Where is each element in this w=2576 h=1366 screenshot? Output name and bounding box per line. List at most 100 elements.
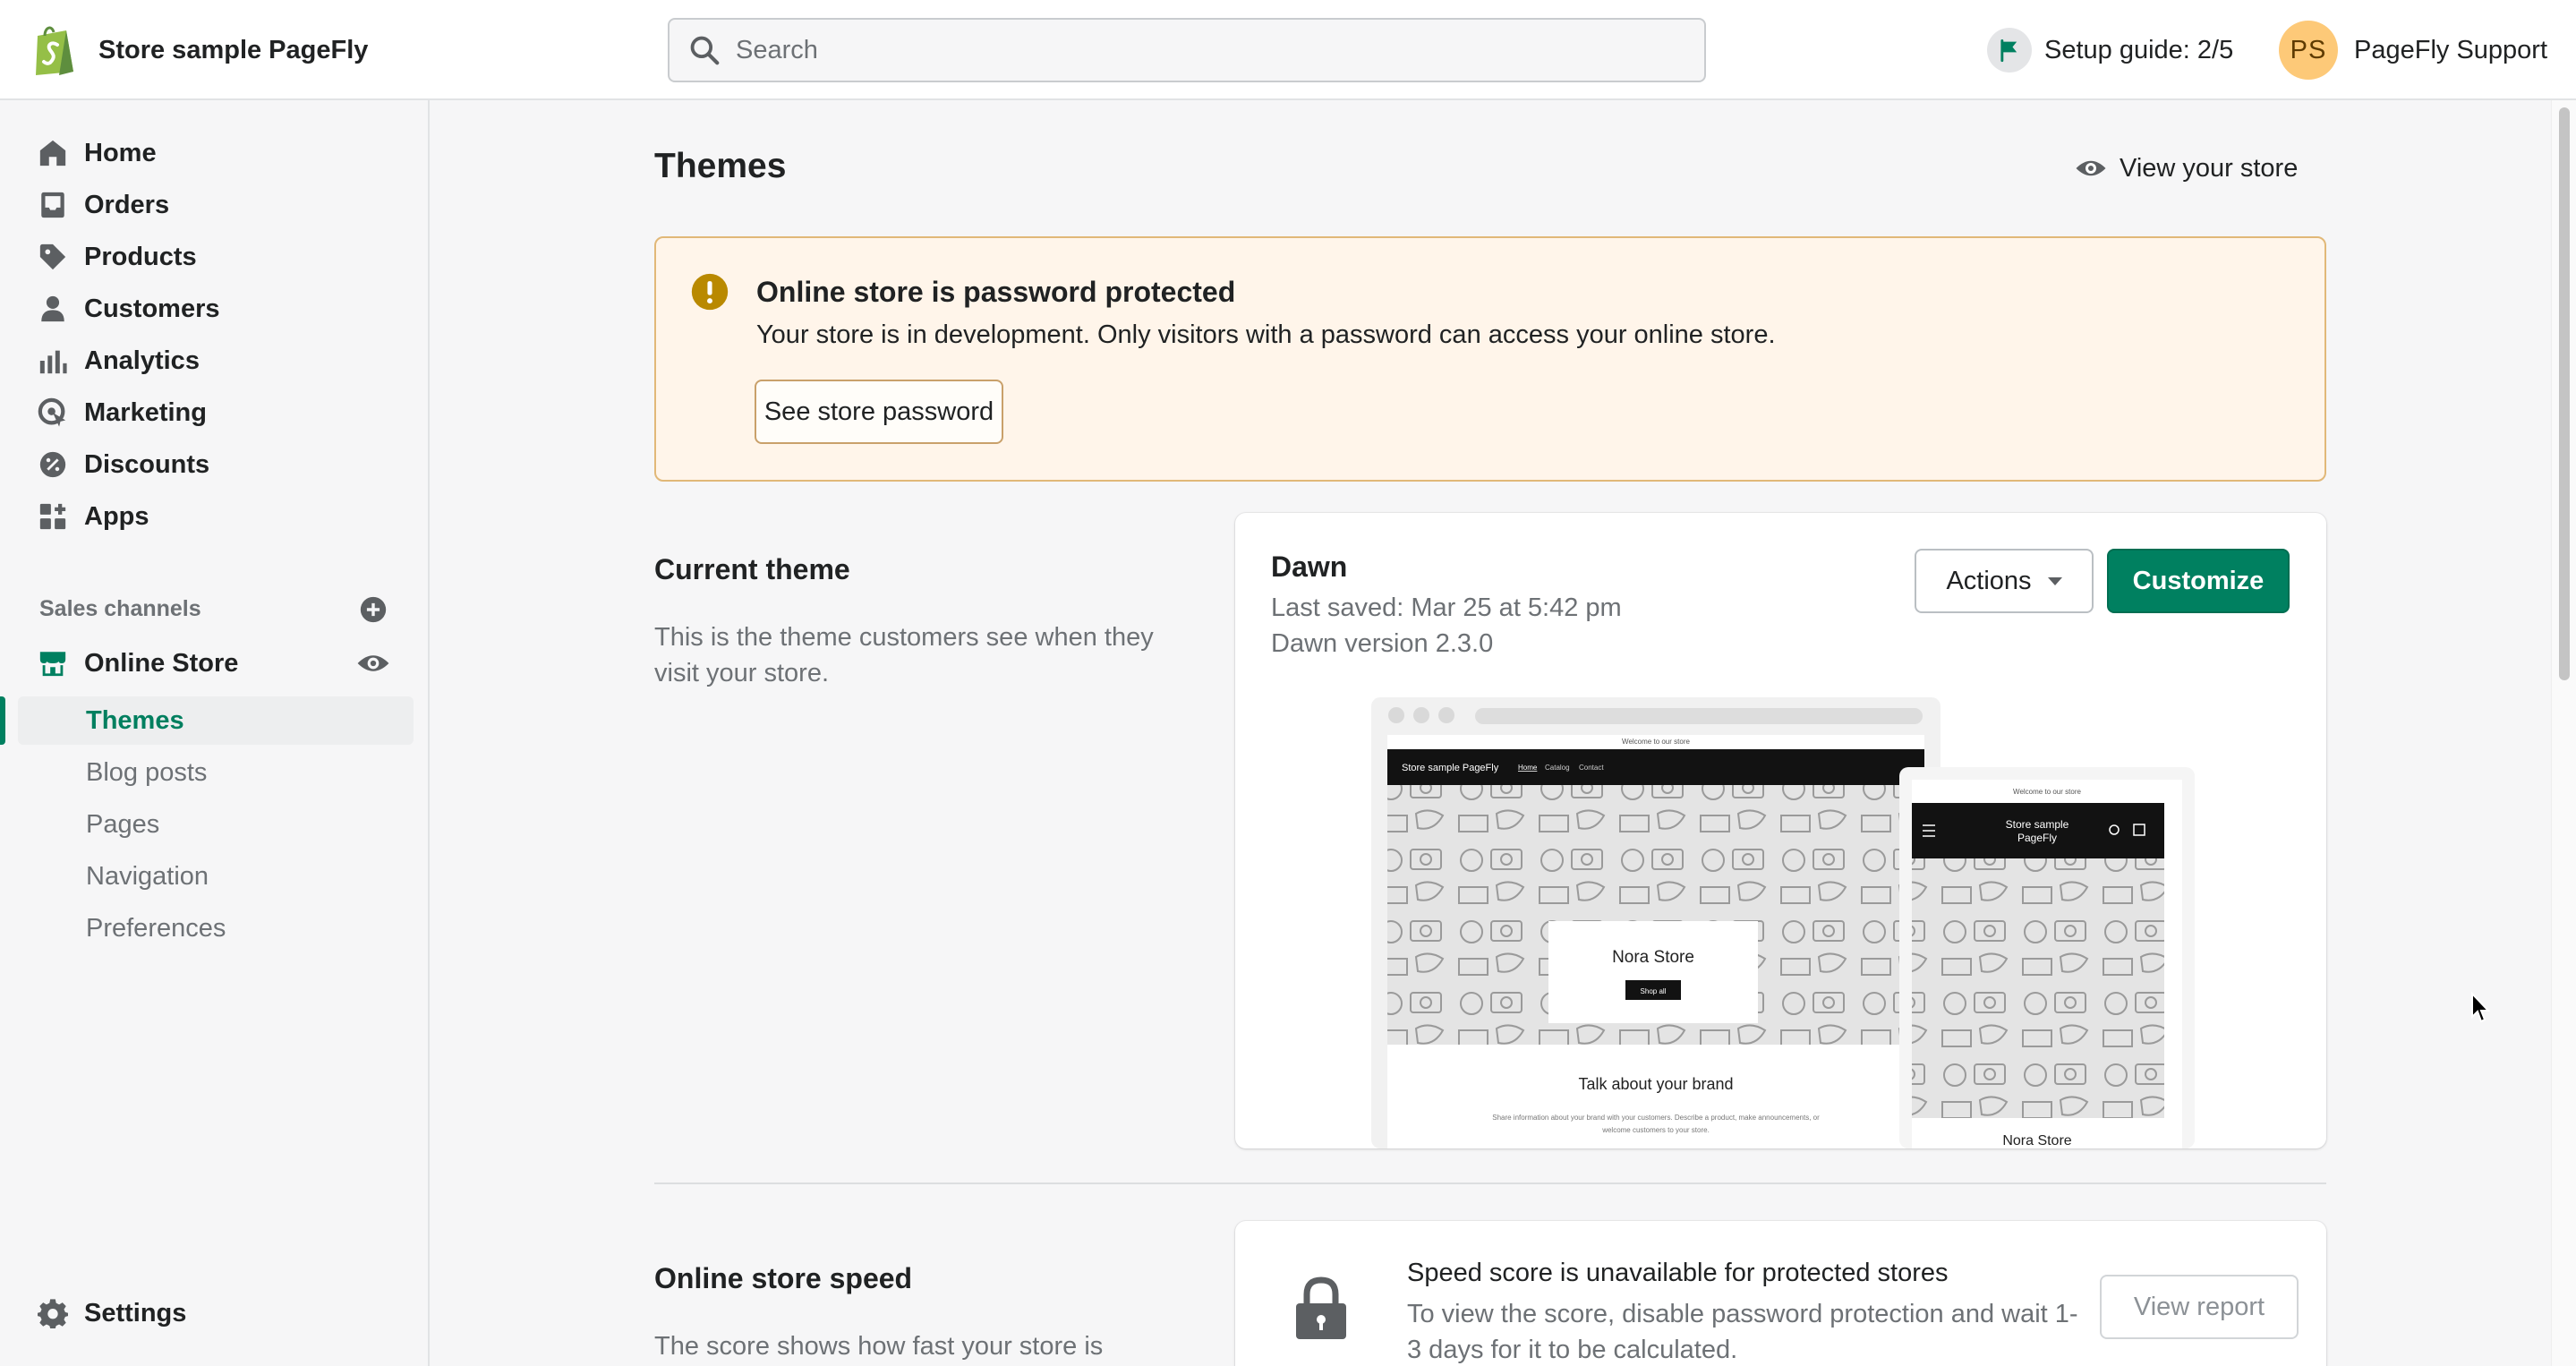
sidebar-item-discounts[interactable]: Discounts xyxy=(18,440,414,489)
sidebar-item-apps[interactable]: Apps xyxy=(18,492,414,541)
theme-name: Dawn xyxy=(1271,551,1348,583)
sidebar-item-label: Discounts xyxy=(84,449,210,479)
eye-icon xyxy=(2076,160,2106,176)
user-menu[interactable]: PS PageFly Support xyxy=(2279,20,2547,81)
preview-hero-button: Shop all xyxy=(1641,987,1667,995)
preview-nav-contact: Contact xyxy=(1579,764,1604,772)
preview-nav-catalog: Catalog xyxy=(1545,764,1570,772)
preview-mobile-store-name-1: Store sample xyxy=(2006,818,2069,831)
sidebar-item-products[interactable]: Products xyxy=(18,233,414,281)
preview-brand-title: Talk about your brand xyxy=(1578,1075,1733,1093)
tag-icon xyxy=(39,243,66,270)
sidebar-item-customers[interactable]: Customers xyxy=(18,285,414,333)
sidebar-sub-blog-posts[interactable]: Blog posts xyxy=(18,748,414,797)
preview-mobile-store-name-2: PageFly xyxy=(2017,832,2057,844)
discount-icon xyxy=(39,451,66,478)
sidebar-item-label: Customers xyxy=(84,294,220,323)
gear-icon xyxy=(38,1299,68,1328)
preview-mobile-hero-title: Nora Store xyxy=(2002,1133,2071,1148)
actions-dropdown-button[interactable]: Actions xyxy=(1915,549,2094,613)
sidebar: Home Orders Products Customers Analytics… xyxy=(0,100,430,1366)
preview-mobile-announcement: Welcome to our store xyxy=(2013,788,2081,796)
page-scrollbar[interactable] xyxy=(2551,100,2576,1366)
sidebar-sub-preferences[interactable]: Preferences xyxy=(18,904,414,952)
sidebar-sub-label: Themes xyxy=(86,705,184,735)
store-icon xyxy=(39,652,66,677)
mouse-cursor-icon xyxy=(2471,992,2491,1023)
setup-guide-label: Setup guide: 2/5 xyxy=(2044,35,2234,64)
top-bar: Store sample PageFly Setup guide: 2/5 PS… xyxy=(0,0,2576,100)
sidebar-item-settings[interactable]: Settings xyxy=(18,1289,414,1337)
speed-score-text: To view the score, disable password prot… xyxy=(1407,1300,2078,1364)
online-store-speed-description: The score shows how fast your store is xyxy=(654,1332,1104,1361)
search-input[interactable] xyxy=(736,23,1676,77)
see-store-password-button[interactable]: See store password xyxy=(755,380,1003,444)
caret-down-icon xyxy=(2047,576,2062,585)
password-warning-banner: Online store is password protected Your … xyxy=(654,236,2326,482)
sales-channels-label: Sales channels xyxy=(39,596,201,621)
sidebar-item-marketing[interactable]: Marketing xyxy=(18,388,414,437)
preview-store-name: Store sample PageFly xyxy=(1402,763,1499,773)
sidebar-sub-navigation[interactable]: Navigation xyxy=(18,852,414,901)
active-indicator xyxy=(0,696,5,745)
theme-version: Dawn version 2.3.0 xyxy=(1271,629,1494,658)
banner-title: Online store is password protected xyxy=(756,276,1236,308)
target-icon xyxy=(38,397,66,427)
sidebar-item-label: Products xyxy=(84,242,197,271)
apps-icon xyxy=(39,503,66,530)
bar-chart-icon xyxy=(39,350,67,374)
speed-score-card: Speed score is unavailable for protected… xyxy=(1235,1221,2326,1366)
view-store-link[interactable]: View your store xyxy=(2075,150,2298,186)
sidebar-item-online-store[interactable]: Online Store xyxy=(18,639,414,687)
store-name: Store sample PageFly xyxy=(98,35,369,64)
current-theme-card: Dawn Last saved: Mar 25 at 5:42 pm Dawn … xyxy=(1235,513,2326,1148)
sidebar-item-label: Marketing xyxy=(84,397,207,427)
person-icon xyxy=(41,295,64,322)
sidebar-sub-label: Preferences xyxy=(86,913,226,943)
store-brand[interactable]: Store sample PageFly xyxy=(32,21,368,79)
banner-text: Your store is in development. Only visit… xyxy=(756,320,1776,349)
sidebar-item-home[interactable]: Home xyxy=(18,129,414,177)
preview-nav-home: Home xyxy=(1518,764,1538,772)
current-theme-title: Current theme xyxy=(654,553,850,585)
online-store-speed-title: Online store speed xyxy=(654,1262,913,1294)
warning-icon xyxy=(691,273,729,311)
sidebar-sub-label: Blog posts xyxy=(86,757,208,787)
preview-brand-text-1: Share information about your brand with … xyxy=(1492,1114,1820,1122)
orders-icon xyxy=(41,192,64,218)
speed-score-title: Speed score is unavailable for protected… xyxy=(1407,1259,1949,1287)
scrollbar-thumb[interactable] xyxy=(2559,107,2570,680)
setup-guide[interactable]: Setup guide: 2/5 xyxy=(1987,25,2233,75)
actions-label: Actions xyxy=(1946,566,2032,595)
customize-button[interactable]: Customize xyxy=(2107,549,2290,613)
theme-preview[interactable]: Welcome to our store Store sample PageFl… xyxy=(1371,697,2195,1148)
sidebar-item-analytics[interactable]: Analytics xyxy=(18,337,414,385)
sidebar-sub-label: Pages xyxy=(86,809,160,839)
sidebar-sub-themes[interactable]: Themes xyxy=(18,696,414,745)
lock-icon xyxy=(1296,1276,1346,1339)
sidebar-sub-label: Navigation xyxy=(86,861,209,891)
preview-brand-text-2: welcome customers to your store. xyxy=(1601,1126,1710,1134)
sidebar-item-label: Home xyxy=(84,138,157,167)
current-theme-description: This is the theme customers see when the… xyxy=(654,623,1154,687)
flag-icon xyxy=(1987,28,2032,73)
page-title: Themes xyxy=(654,147,787,185)
eye-icon[interactable] xyxy=(356,646,390,680)
sidebar-item-label: Apps xyxy=(84,501,149,531)
sidebar-item-label: Settings xyxy=(84,1298,187,1328)
shopify-bag-icon xyxy=(36,26,73,75)
view-store-label: View your store xyxy=(2120,153,2299,183)
search-bar[interactable] xyxy=(668,18,1706,82)
sidebar-item-orders[interactable]: Orders xyxy=(18,181,414,229)
theme-last-saved: Last saved: Mar 25 at 5:42 pm xyxy=(1271,593,1622,622)
home-icon xyxy=(39,140,66,166)
add-circle-icon[interactable] xyxy=(358,594,388,625)
sidebar-sub-pages[interactable]: Pages xyxy=(18,800,414,849)
preview-hero-title: Nora Store xyxy=(1612,948,1694,967)
view-report-button[interactable]: View report xyxy=(2100,1275,2299,1339)
user-name: PageFly Support xyxy=(2354,35,2548,64)
sidebar-item-label: Analytics xyxy=(84,346,200,375)
sidebar-item-label: Orders xyxy=(84,190,170,219)
section-divider xyxy=(654,1182,2326,1184)
avatar: PS xyxy=(2279,21,2338,80)
